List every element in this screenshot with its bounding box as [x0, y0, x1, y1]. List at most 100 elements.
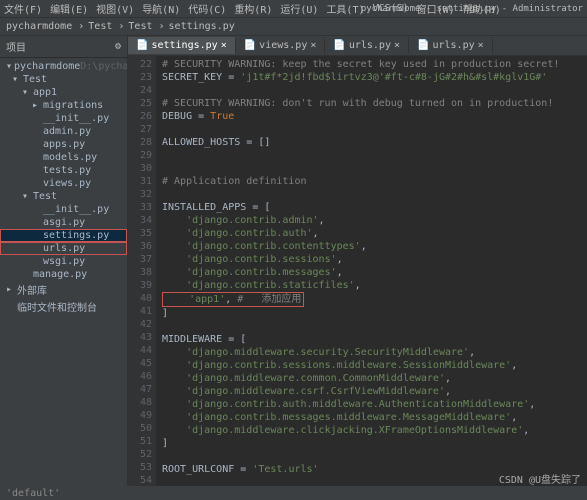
code-line: # Application definition	[162, 175, 587, 188]
line-number: 48	[128, 396, 152, 409]
code-line: 'django.contrib.sessions',	[162, 253, 587, 266]
tree-item[interactable]: admin.py	[0, 125, 127, 138]
expand-icon[interactable]: ▸	[32, 100, 41, 111]
menu-item[interactable]: 工具(T)	[326, 1, 364, 16]
tree-label: pycharmdome	[14, 61, 80, 72]
tree-item[interactable]: views.py	[0, 177, 127, 190]
editor-tab[interactable]: 📄settings.py×	[128, 37, 236, 54]
file-icon: 📄	[333, 40, 345, 51]
tab-label: urls.py	[432, 40, 474, 51]
menu-item[interactable]: 编辑(E)	[50, 1, 88, 16]
tree-item[interactable]: tests.py	[0, 164, 127, 177]
breadcrumb-item[interactable]: Test ›	[128, 21, 164, 32]
menu-item[interactable]: 重构(R)	[234, 1, 272, 16]
line-gutter: 2223242526272829303132333435363738394041…	[128, 56, 156, 486]
tree-item[interactable]: models.py	[0, 151, 127, 164]
line-number: 44	[128, 344, 152, 357]
line-number: 46	[128, 370, 152, 383]
expand-icon[interactable]: ▾	[22, 87, 31, 98]
breadcrumb-item[interactable]: pycharmdome ›	[6, 21, 84, 32]
code-line: 'django.middleware.clickjacking.XFrameOp…	[162, 424, 587, 437]
tree-item[interactable]: settings.py	[0, 229, 127, 242]
tree-item[interactable]: ▸migrations	[0, 99, 127, 112]
tree-item[interactable]: ▾app1	[0, 86, 127, 99]
project-sidebar: 项目 ⚙ ▾pycharmdome D:\pycharmdome▾Test▾ap…	[0, 36, 128, 486]
line-number: 41	[128, 305, 152, 318]
line-number: 47	[128, 383, 152, 396]
breadcrumb-item[interactable]: settings.py	[169, 21, 235, 32]
line-number: 43	[128, 331, 152, 344]
code-line: MIDDLEWARE = [	[162, 333, 587, 346]
code-line	[162, 320, 587, 333]
tree-item[interactable]: wsgi.py	[0, 255, 127, 268]
editor-tab[interactable]: 📄urls.py×	[325, 37, 409, 54]
line-number: 24	[128, 84, 152, 97]
line-number: 27	[128, 123, 152, 136]
close-icon[interactable]: ×	[394, 40, 400, 51]
tree-item[interactable]: __init__.py	[0, 203, 127, 216]
close-icon[interactable]: ×	[310, 40, 316, 51]
close-icon[interactable]: ×	[478, 40, 484, 51]
tree-item[interactable]: 临时文件和控制台	[0, 298, 127, 315]
line-number: 54	[128, 474, 152, 486]
breadcrumb-item[interactable]: Test ›	[88, 21, 124, 32]
tree-label: __init__.py	[43, 204, 109, 215]
line-number: 33	[128, 201, 152, 214]
code-line: 'django.contrib.messages.middleware.Mess…	[162, 411, 587, 424]
menu-item[interactable]: 代码(C)	[188, 1, 226, 16]
expand-icon[interactable]: ▾	[6, 61, 12, 72]
file-icon: 📄	[244, 40, 256, 51]
line-number: 49	[128, 409, 152, 422]
expand-icon[interactable]: ▾	[22, 191, 31, 202]
gear-icon[interactable]: ⚙	[115, 41, 121, 52]
status-bar: 'default'	[0, 486, 587, 500]
line-number: 22	[128, 58, 152, 71]
line-number: 36	[128, 240, 152, 253]
code-line: 'django.contrib.contenttypes',	[162, 240, 587, 253]
tree-item[interactable]: ▸外部库	[0, 281, 127, 298]
line-number: 25	[128, 97, 152, 110]
menu-item[interactable]: 导航(N)	[142, 1, 180, 16]
expand-icon[interactable]: ▸	[6, 284, 15, 295]
line-number: 29	[128, 149, 152, 162]
tree-label: Test	[23, 74, 47, 85]
code-line: 'django.contrib.sessions.middleware.Sess…	[162, 359, 587, 372]
code-line: ALLOWED_HOSTS = []	[162, 136, 587, 149]
tree-item[interactable]: ▾Test	[0, 190, 127, 203]
menu-item[interactable]: 文件(F)	[4, 1, 42, 16]
editor: 2223242526272829303132333435363738394041…	[128, 56, 587, 486]
code-line: 'django.contrib.auth',	[162, 227, 587, 240]
file-icon: 📄	[136, 40, 148, 51]
tree-item[interactable]: manage.py	[0, 268, 127, 281]
tree-item[interactable]: ▾Test	[0, 73, 127, 86]
editor-tab[interactable]: 📄urls.py×	[409, 37, 493, 54]
tree-label: admin.py	[43, 126, 91, 137]
tree-item[interactable]: asgi.py	[0, 216, 127, 229]
expand-icon[interactable]: ▾	[12, 74, 21, 85]
code-line: 'app1', # 添加应用	[162, 292, 587, 307]
tree-label: apps.py	[43, 139, 85, 150]
code-area[interactable]: # SECURITY WARNING: keep the secret key …	[156, 56, 587, 486]
tree-item[interactable]: __init__.py	[0, 112, 127, 125]
line-number: 42	[128, 318, 152, 331]
line-number: 39	[128, 279, 152, 292]
code-line: 'django.contrib.messages',	[162, 266, 587, 279]
sidebar-header: 项目 ⚙	[0, 36, 127, 58]
tree-item[interactable]: apps.py	[0, 138, 127, 151]
close-icon[interactable]: ×	[221, 40, 227, 51]
code-line	[162, 149, 587, 162]
line-number: 26	[128, 110, 152, 123]
tree-label: models.py	[43, 152, 97, 163]
editor-tab[interactable]: 📄views.py×	[236, 37, 326, 54]
breadcrumb: pycharmdome › Test › Test › settings.py	[0, 18, 587, 36]
tree-label: views.py	[43, 178, 91, 189]
editor-tabs: 📄settings.py×📄views.py×📄urls.py×📄urls.py…	[128, 36, 587, 56]
line-number: 28	[128, 136, 152, 149]
menu-item[interactable]: 视图(V)	[96, 1, 134, 16]
menu-item[interactable]: 运行(U)	[280, 1, 318, 16]
tree-label: tests.py	[43, 165, 91, 176]
tree-item[interactable]: ▾pycharmdome D:\pycharmdome	[0, 60, 127, 73]
tree-item[interactable]: urls.py	[0, 242, 127, 255]
tree-label: wsgi.py	[43, 256, 85, 267]
line-number: 51	[128, 435, 152, 448]
